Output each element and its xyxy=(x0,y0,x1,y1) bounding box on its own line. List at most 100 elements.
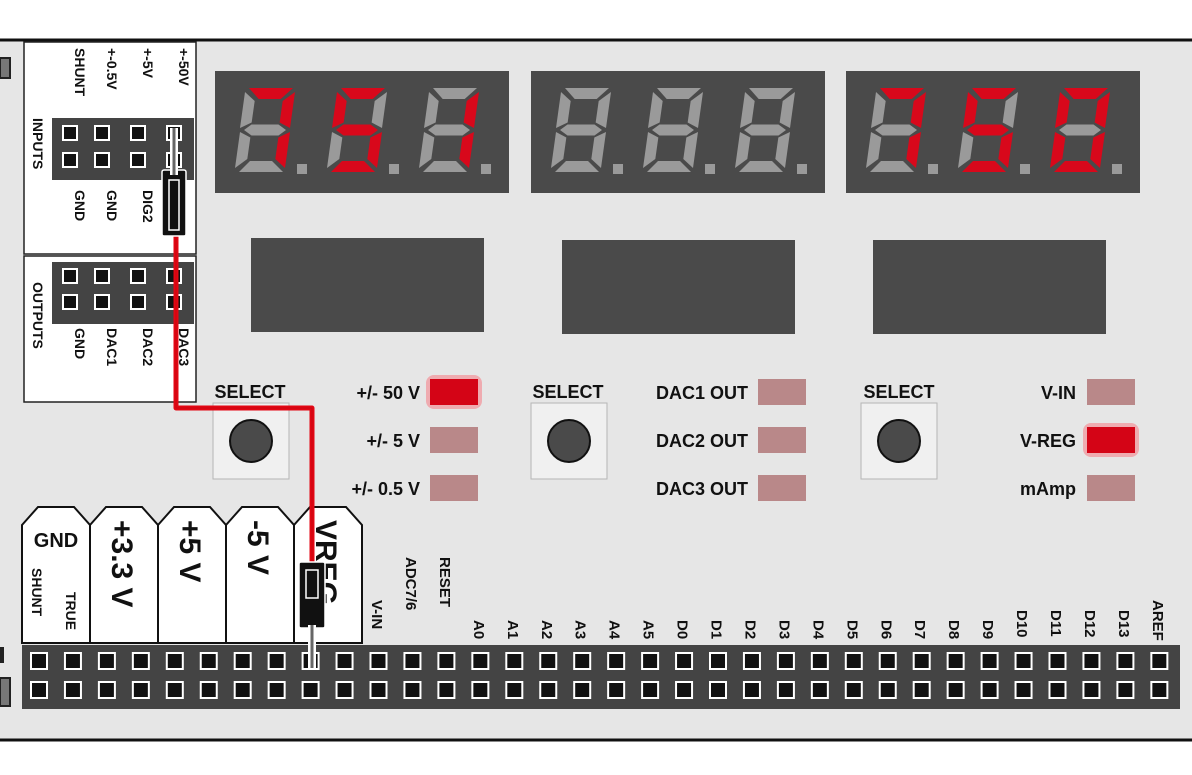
io-pin[interactable] xyxy=(94,125,110,141)
header-pin[interactable] xyxy=(742,652,761,670)
header-pin[interactable] xyxy=(437,681,456,699)
header-pin[interactable] xyxy=(335,681,354,699)
header-pin[interactable] xyxy=(607,652,626,670)
header-pin[interactable] xyxy=(709,681,727,699)
header-pin[interactable] xyxy=(1014,681,1033,699)
header-pin[interactable] xyxy=(369,652,388,670)
header-pin-label: D13 xyxy=(1115,610,1132,638)
header-pin[interactable] xyxy=(776,681,795,699)
io-pin[interactable] xyxy=(130,294,146,310)
header-pin[interactable] xyxy=(776,652,795,670)
header-pin[interactable] xyxy=(1150,681,1169,699)
io-pin[interactable] xyxy=(130,268,146,284)
header-pin[interactable] xyxy=(810,681,829,699)
header-pin[interactable] xyxy=(199,681,218,699)
header-pin[interactable] xyxy=(539,681,558,699)
header-pin[interactable] xyxy=(471,681,490,699)
header-pin[interactable] xyxy=(1116,681,1135,699)
outputs-title: OUTPUTS xyxy=(30,282,46,349)
header-pin-label: A5 xyxy=(640,620,657,639)
header-pin[interactable] xyxy=(97,681,116,699)
io-pin[interactable] xyxy=(130,152,146,168)
led-indicator-off xyxy=(758,427,806,453)
header-pin[interactable] xyxy=(641,652,660,670)
header-pin[interactable] xyxy=(233,681,252,699)
header-pin[interactable] xyxy=(505,681,524,699)
io-pin[interactable] xyxy=(94,294,110,310)
header-pin[interactable] xyxy=(844,681,863,699)
header-pin[interactable] xyxy=(199,652,218,670)
io-pin[interactable] xyxy=(62,294,78,310)
header-pin[interactable] xyxy=(131,681,150,699)
header-pin[interactable] xyxy=(573,681,592,699)
header-pin[interactable] xyxy=(505,652,524,670)
header-pin[interactable] xyxy=(844,652,863,670)
header-pin[interactable] xyxy=(267,652,286,670)
input-ground-label: GND xyxy=(72,190,88,221)
header-pin-label: A1 xyxy=(504,620,521,639)
io-pin[interactable] xyxy=(62,125,78,141)
header-pin[interactable] xyxy=(878,652,897,670)
edge-mark-bottom xyxy=(0,677,11,707)
header-pin[interactable] xyxy=(742,681,761,699)
io-pin[interactable] xyxy=(94,268,110,284)
header-pin[interactable] xyxy=(267,681,286,699)
header-pin[interactable] xyxy=(97,652,116,670)
header-pin[interactable] xyxy=(607,681,626,699)
header-pin[interactable] xyxy=(1048,681,1067,699)
header-pin[interactable] xyxy=(335,652,354,670)
header-pin[interactable] xyxy=(369,681,388,699)
header-pin-label: D4 xyxy=(809,620,826,640)
header-pin[interactable] xyxy=(810,652,829,670)
segment-g xyxy=(744,124,786,136)
header-pin[interactable] xyxy=(675,681,694,699)
header-pin[interactable] xyxy=(165,681,184,699)
header-pin[interactable] xyxy=(1014,652,1033,670)
header-pin-label: A0 xyxy=(470,620,487,639)
header-pin[interactable] xyxy=(539,652,558,670)
header-pin[interactable] xyxy=(1082,652,1101,670)
decimal-point xyxy=(797,164,807,174)
io-pin[interactable] xyxy=(130,125,146,141)
header-pin[interactable] xyxy=(403,652,422,670)
header-pin[interactable] xyxy=(946,681,965,699)
select-button[interactable] xyxy=(530,402,608,480)
panel-block-3 xyxy=(873,240,1106,334)
header-pin[interactable] xyxy=(403,681,422,699)
io-pin[interactable] xyxy=(62,268,78,284)
header-pin[interactable] xyxy=(1048,652,1067,670)
header-pin[interactable] xyxy=(437,652,456,670)
header-pin[interactable] xyxy=(1150,652,1169,670)
header-pin[interactable] xyxy=(30,652,48,670)
header-pin[interactable] xyxy=(675,652,694,670)
header-pin[interactable] xyxy=(641,681,660,699)
header-pin[interactable] xyxy=(63,681,82,699)
io-pin[interactable] xyxy=(62,152,78,168)
header-pin[interactable] xyxy=(63,652,82,670)
header-pin[interactable] xyxy=(1116,652,1135,670)
header-pin[interactable] xyxy=(233,652,252,670)
header-pin[interactable] xyxy=(1082,681,1101,699)
header-pin[interactable] xyxy=(30,681,48,699)
select-button[interactable] xyxy=(212,402,290,480)
header-pin[interactable] xyxy=(471,652,490,670)
input-label: +-5V xyxy=(140,48,156,79)
io-pin[interactable] xyxy=(94,152,110,168)
header-pin-label: A3 xyxy=(572,620,589,639)
header-pin[interactable] xyxy=(980,681,999,699)
header-pin[interactable] xyxy=(980,652,999,670)
led-label: DAC1 OUT xyxy=(656,383,748,403)
header-pin[interactable] xyxy=(301,681,320,699)
header-pin[interactable] xyxy=(131,652,150,670)
header-pin[interactable] xyxy=(912,681,931,699)
input-label: +-50V xyxy=(176,48,192,86)
led-label: V-IN xyxy=(1041,383,1076,403)
header-pin[interactable] xyxy=(573,652,592,670)
header-pin[interactable] xyxy=(709,652,727,670)
header-pin[interactable] xyxy=(912,652,931,670)
header-pin-label: D8 xyxy=(945,620,962,639)
select-button[interactable] xyxy=(860,402,938,480)
header-pin[interactable] xyxy=(946,652,965,670)
header-pin[interactable] xyxy=(878,681,897,699)
header-pin[interactable] xyxy=(165,652,184,670)
